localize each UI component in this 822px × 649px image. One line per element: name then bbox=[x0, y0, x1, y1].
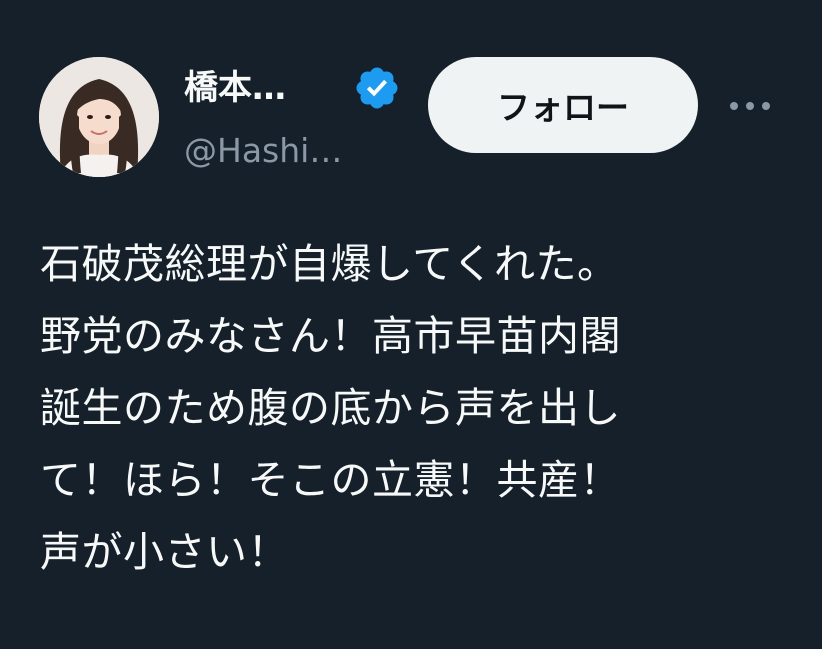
follow-button[interactable]: フォロー bbox=[428, 57, 698, 153]
tweet-text-line: 石破茂総理が自爆してくれた。 bbox=[40, 240, 619, 288]
user-handle[interactable]: @Hashi… bbox=[184, 129, 342, 173]
verified-badge-icon bbox=[353, 64, 401, 112]
tweet-text: 石破茂総理が自爆してくれた。 野党のみなさん！高市早苗内閣 誕生のため腹の底から… bbox=[40, 228, 800, 588]
more-options-button[interactable] bbox=[725, 84, 775, 128]
tweet-text-line: 声が小さい！ bbox=[40, 528, 289, 576]
tweet-card: 橋本… @Hashi… フォロー 石破茂総理が自爆してくれた。 野党のみなさん！… bbox=[0, 0, 822, 649]
avatar[interactable] bbox=[39, 57, 159, 177]
more-options-icon bbox=[730, 102, 770, 110]
profile-photo-icon bbox=[39, 57, 159, 177]
tweet-text-line: 誕生のため腹の底から声を出し bbox=[40, 384, 621, 432]
tweet-text-line: て！ほら！そこの立憲！共産！ bbox=[40, 456, 621, 504]
display-name[interactable]: 橋本… bbox=[184, 66, 286, 110]
tweet-text-line: 野党のみなさん！高市早苗内閣 bbox=[40, 312, 621, 360]
